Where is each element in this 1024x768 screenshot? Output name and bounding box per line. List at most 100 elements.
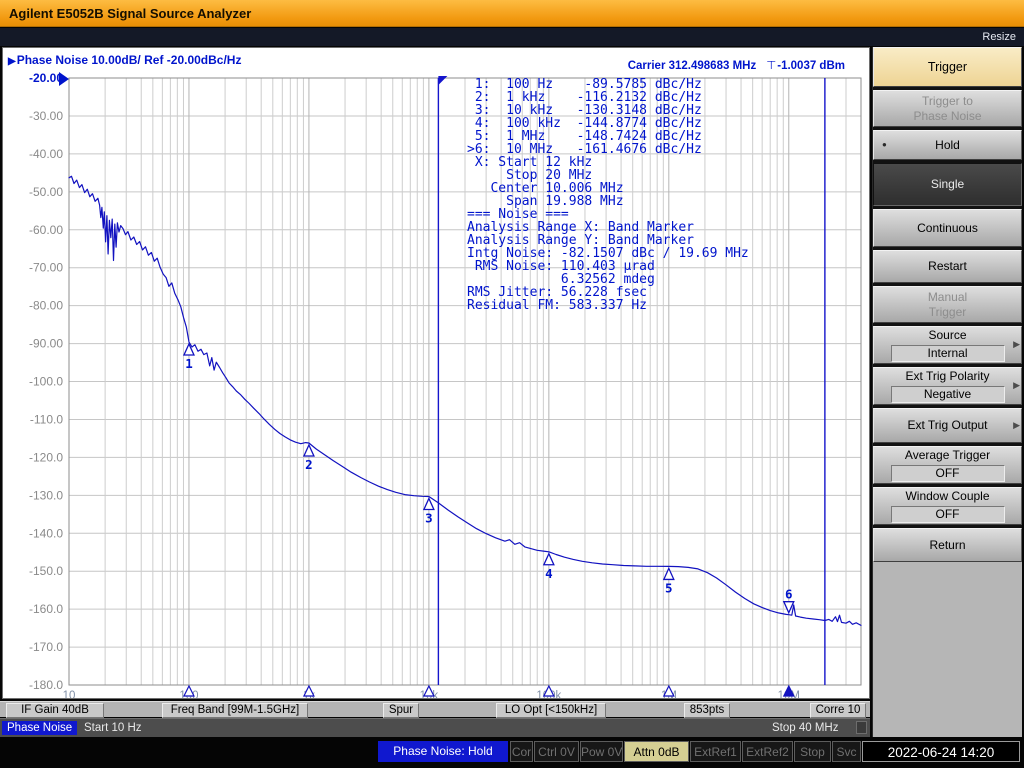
phase-noise-plot-panel: -20.00 -30.00 -40.00 -50.00 -60.00 -70.00 -80.…	[2, 47, 870, 699]
svg-text:-180.0: -180.0	[29, 678, 63, 692]
svg-text:6: 6	[785, 587, 793, 602]
softkey-label: Restart	[928, 259, 967, 274]
softkey-label: Source	[928, 328, 966, 343]
softkey-return[interactable]: Return	[873, 528, 1022, 562]
submenu-arrow-icon: ▶	[1013, 420, 1020, 431]
softkey-average-trigger[interactable]: Average Trigger OFF	[873, 446, 1022, 484]
softkey-manual-trigger: ManualTrigger	[873, 286, 1022, 323]
svg-text:5: 5	[665, 580, 673, 595]
svg-text:-120.0: -120.0	[29, 450, 63, 464]
reference-level-icon	[59, 72, 69, 86]
softkey-label: Trigger	[928, 60, 967, 75]
status-chip-freq-band-99m-1-5ghz-: Freq Band [99M-1.5GHz]	[162, 703, 308, 718]
instrument-chip-stop: Stop	[794, 741, 831, 762]
softkey-ext-trig-polarity[interactable]: Ext Trig Polarity Negative ▶	[873, 367, 1022, 405]
svg-text:2: 2	[305, 457, 313, 472]
softkey-label: Continuous	[917, 221, 978, 236]
softkey-label: Trigger to	[922, 94, 973, 109]
softkey-hold[interactable]: ● Hold	[873, 130, 1022, 160]
instrument-chip-phase-noise-hold: Phase Noise: Hold	[378, 741, 508, 762]
svg-text:-60.00: -60.00	[29, 223, 63, 237]
softkey-continuous[interactable]: Continuous	[873, 209, 1022, 247]
y-axis-labels: -20.00 -30.00 -40.00 -50.00 -60.00 -70.00 -80.…	[29, 71, 69, 692]
selected-bullet-icon: ●	[882, 141, 887, 149]
softkey-trigger-to-phase-noise: Trigger toPhase Noise	[873, 90, 1022, 127]
softkey-value: Internal	[891, 345, 1005, 362]
trace-scale-header: ▶Phase Noise 10.00dB/ Ref -20.00dBc/Hz	[8, 53, 241, 67]
svg-text:10: 10	[63, 690, 76, 698]
resize-menu-item[interactable]: Resize	[982, 28, 1016, 46]
app-window: Agilent E5052B Signal Source Analyzer Re…	[0, 0, 1024, 768]
softkey-trigger-header: Trigger	[873, 47, 1022, 87]
svg-text:-130.0: -130.0	[29, 488, 63, 502]
measurement-status-bar: IF Gain 40dB Freq Band [99M-1.5GHz] Spur LO…	[0, 701, 870, 717]
marker-3-icon	[424, 499, 434, 510]
carrier-frequency: Carrier 312.498683 MHz	[628, 60, 757, 72]
softkey-label: Ext Trig Polarity	[905, 369, 989, 384]
svg-text:-90.00: -90.00	[29, 337, 63, 351]
svg-text:-100.0: -100.0	[29, 375, 63, 389]
softkey-label: Manual	[928, 290, 967, 305]
status-chip-lo-opt-150khz-: LO Opt [<150kHz]	[496, 703, 606, 718]
softkey-ext-trig-output[interactable]: Ext Trig Output ▶	[873, 408, 1022, 443]
softkey-label: Window Couple	[905, 489, 989, 504]
instrument-chip-pow-0v: Pow 0V	[580, 741, 623, 762]
svg-text:1: 1	[185, 356, 193, 371]
svg-text:-160.0: -160.0	[29, 602, 63, 616]
softkey-label: Hold	[935, 138, 960, 153]
title-bar: Agilent E5052B Signal Source Analyzer	[0, 0, 1024, 27]
instrument-chip-svc: Svc	[832, 741, 861, 762]
svg-text:-170.0: -170.0	[29, 640, 63, 654]
marker-1-icon	[184, 344, 194, 355]
softkey-value: Negative	[891, 386, 1005, 403]
svg-text:-110.0: -110.0	[30, 412, 63, 426]
softkey-single[interactable]: Single	[873, 163, 1022, 206]
instrument-status-bar: Phase Noise: HoldCorCtrl 0VPow 0VAttn 0d…	[0, 737, 1024, 768]
status-chip-spur: Spur	[383, 703, 419, 718]
softkey-label: Single	[931, 177, 964, 192]
softkey-window-couple[interactable]: Window Couple OFF	[873, 487, 1022, 525]
svg-text:-50.00: -50.00	[29, 185, 63, 199]
status-chip-if-gain-40db: IF Gain 40dB	[6, 703, 104, 718]
softkey-value: OFF	[891, 506, 1005, 523]
trace-scale-label: Phase Noise 10.00dB/ Ref -20.00dBc/Hz	[17, 53, 242, 67]
submenu-arrow-icon: ▶	[1013, 380, 1020, 391]
marker-5-icon	[664, 568, 674, 579]
instrument-chip-attn-0db: Attn 0dB	[624, 741, 689, 762]
svg-text:-30.00: -30.00	[29, 109, 63, 123]
menu-bar: Resize	[0, 28, 1024, 46]
status-chip-corre-10: Corre 10	[810, 703, 866, 718]
band-marker-flag-icon	[438, 76, 447, 85]
marker-4-icon	[544, 554, 554, 565]
softkey-label: Return	[929, 538, 965, 553]
statusbar-notch	[856, 721, 867, 734]
trace-name-chip: Phase Noise	[2, 721, 77, 735]
softkey-menu: Trigger Trigger toPhase Noise ● Hold Single C…	[872, 47, 1022, 737]
submenu-arrow-icon: ▶	[1013, 339, 1020, 350]
trace-indicator-icon: ▶	[8, 56, 16, 67]
status-chip-853pts: 853pts	[684, 703, 730, 718]
start-frequency-label: Start 10 Hz	[84, 721, 142, 735]
carrier-level-marker-icon: ⊤	[766, 60, 776, 72]
softkey-label: Average Trigger	[905, 448, 990, 463]
readout-line: Residual FM: 583.337 Hz	[467, 299, 749, 312]
svg-text:4: 4	[545, 566, 553, 581]
trace-markers: 123456	[184, 344, 794, 696]
svg-text:-150.0: -150.0	[29, 564, 63, 578]
svg-text:-40.00: -40.00	[29, 147, 63, 161]
softkey-label: Trigger	[929, 305, 967, 320]
svg-text:-140.0: -140.0	[29, 526, 63, 540]
svg-text:-80.00: -80.00	[29, 299, 63, 313]
instrument-chip-ctrl-0v: Ctrl 0V	[534, 741, 579, 762]
carrier-readout: Carrier 312.498683 MHz⊤-1.0037 dBm	[628, 58, 845, 72]
instrument-chip-extref1: ExtRef1	[690, 741, 741, 762]
svg-text:-70.00: -70.00	[29, 261, 63, 275]
svg-text:-20.00: -20.00	[29, 71, 63, 85]
stop-frequency-label: Stop 40 MHz	[772, 721, 838, 735]
softkey-label: Ext Trig Output	[907, 418, 987, 433]
marker-readout: 1: 100 Hz -89.5785 dBc/Hz 2: 1 kHz -116.…	[467, 78, 749, 312]
softkey-source[interactable]: Source Internal ▶	[873, 326, 1022, 364]
instrument-chip-cor: Cor	[510, 741, 533, 762]
softkey-restart[interactable]: Restart	[873, 250, 1022, 283]
softkey-value: OFF	[891, 465, 1005, 482]
